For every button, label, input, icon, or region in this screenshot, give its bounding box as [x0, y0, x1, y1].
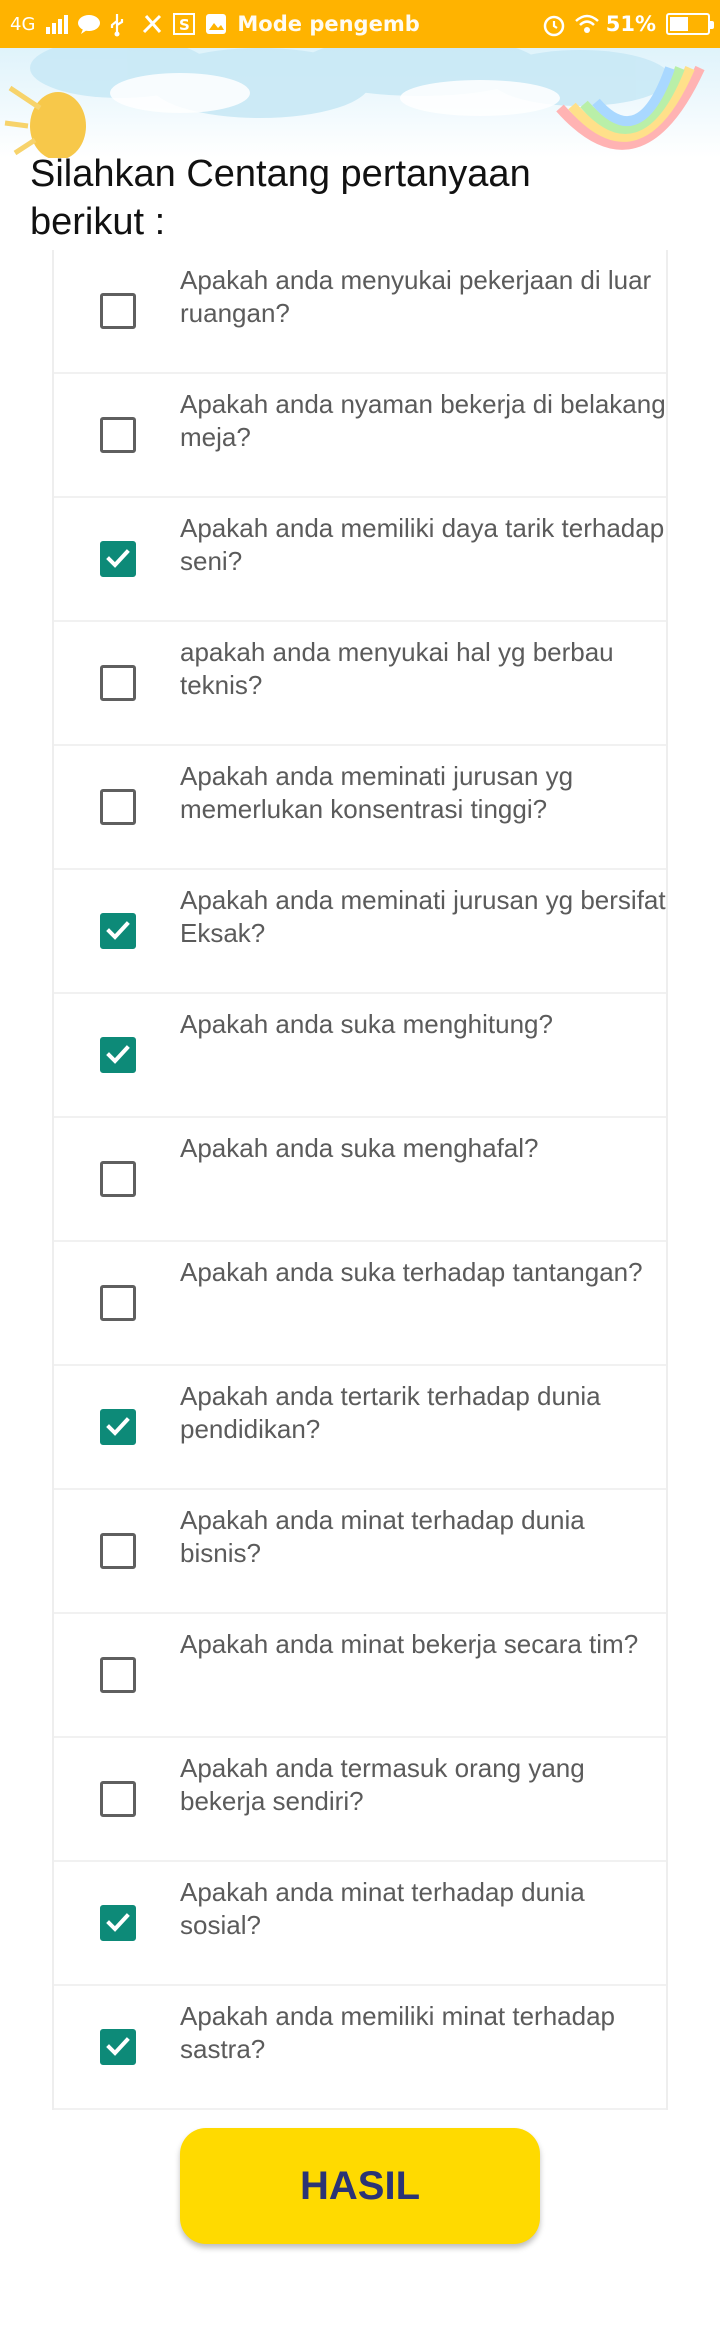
- question-item[interactable]: apakah anda menyukai hal yg berbau tekni…: [54, 622, 666, 746]
- check-icon: [106, 549, 130, 568]
- battery-percent: 51%: [605, 12, 656, 36]
- question-checkbox[interactable]: [100, 1781, 136, 1817]
- question-checkbox[interactable]: [100, 913, 136, 949]
- question-item[interactable]: Apakah anda minat bekerja secara tim?: [54, 1614, 666, 1738]
- page-title: Silahkan Centang pertanyaan berikut :: [30, 153, 531, 243]
- question-checkbox[interactable]: [100, 541, 136, 577]
- question-checkbox[interactable]: [100, 1409, 136, 1445]
- question-checkbox[interactable]: [100, 1161, 136, 1197]
- check-icon: [106, 921, 130, 940]
- question-list: Apakah anda menyukai pekerjaan di luar r…: [52, 250, 668, 2110]
- question-checkbox[interactable]: [100, 1905, 136, 1941]
- gallery-icon: [205, 13, 227, 35]
- question-text: Apakah anda memiliki daya tarik terhadap…: [180, 513, 665, 576]
- battery-icon: [666, 13, 714, 35]
- question-item[interactable]: Apakah anda memiliki daya tarik terhadap…: [54, 498, 666, 622]
- question-item[interactable]: Apakah anda meminati jurusan yg bersifat…: [54, 870, 666, 994]
- question-text: Apakah anda minat terhadap dunia sosial?: [180, 1877, 585, 1940]
- question-text: Apakah anda tertarik terhadap dunia pend…: [180, 1381, 601, 1444]
- check-icon: [106, 2037, 130, 2056]
- question-item[interactable]: Apakah anda suka menghitung?: [54, 994, 666, 1118]
- question-text: Apakah anda meminati jurusan yg memerluk…: [180, 761, 574, 824]
- question-checkbox[interactable]: [100, 1657, 136, 1693]
- question-item[interactable]: Apakah anda tertarik terhadap dunia pend…: [54, 1366, 666, 1490]
- mode-text: Mode pengemb: [237, 12, 420, 36]
- question-item[interactable]: Apakah anda menyukai pekerjaan di luar r…: [54, 250, 666, 374]
- question-item[interactable]: Apakah anda nyaman bekerja di belakang m…: [54, 374, 666, 498]
- question-item[interactable]: Apakah anda meminati jurusan yg memerluk…: [54, 746, 666, 870]
- question-text: Apakah anda suka menghafal?: [180, 1133, 539, 1163]
- question-text: Apakah anda nyaman bekerja di belakang m…: [180, 389, 666, 452]
- question-text: Apakah anda minat terhadap dunia bisnis?: [180, 1505, 585, 1568]
- check-icon: [106, 1913, 130, 1932]
- check-icon: [106, 1045, 130, 1064]
- question-checkbox[interactable]: [100, 1285, 136, 1321]
- question-checkbox[interactable]: [100, 1037, 136, 1073]
- question-text: Apakah anda termasuk orang yang bekerja …: [180, 1753, 585, 1816]
- question-text: Apakah anda suka menghitung?: [180, 1009, 553, 1039]
- wifi-icon: [574, 13, 599, 35]
- tools-icon: [141, 13, 163, 35]
- result-button[interactable]: HASIL: [180, 2128, 540, 2244]
- signal-icon: [45, 13, 69, 35]
- question-item[interactable]: Apakah anda termasuk orang yang bekerja …: [54, 1738, 666, 1862]
- chat-icon: [77, 13, 101, 35]
- alarm-icon: [542, 13, 564, 37]
- question-text: Apakah anda minat bekerja secara tim?: [180, 1629, 639, 1659]
- question-text: Apakah anda menyukai pekerjaan di luar r…: [180, 265, 652, 328]
- question-checkbox[interactable]: [100, 789, 136, 825]
- question-text: Apakah anda memiliki minat terhadap sast…: [180, 2001, 616, 2064]
- status-bar: 4G S Mode pengemb 51%: [0, 0, 720, 48]
- question-item[interactable]: Apakah anda minat terhadap dunia bisnis?: [54, 1490, 666, 1614]
- check-icon: [106, 1417, 130, 1436]
- question-checkbox[interactable]: [100, 665, 136, 701]
- s-icon: S: [173, 13, 196, 35]
- question-item[interactable]: Apakah anda suka terhadap tantangan?: [54, 1242, 666, 1366]
- question-item[interactable]: Apakah anda memiliki minat terhadap sast…: [54, 1986, 666, 2110]
- question-checkbox[interactable]: [100, 293, 136, 329]
- svg-text:S: S: [179, 16, 190, 34]
- question-checkbox[interactable]: [100, 1533, 136, 1569]
- question-checkbox[interactable]: [100, 2029, 136, 2065]
- question-text: apakah anda menyukai hal yg berbau tekni…: [180, 637, 614, 700]
- header-decoration: [0, 48, 720, 158]
- question-text: Apakah anda meminati jurusan yg bersifat…: [180, 885, 666, 948]
- question-text: Apakah anda suka terhadap tantangan?: [180, 1257, 643, 1287]
- question-item[interactable]: Apakah anda minat terhadap dunia sosial?: [54, 1862, 666, 1986]
- question-item[interactable]: Apakah anda suka menghafal?: [54, 1118, 666, 1242]
- usb-icon: [109, 13, 131, 37]
- question-checkbox[interactable]: [100, 417, 136, 453]
- network-type: 4G: [10, 13, 36, 35]
